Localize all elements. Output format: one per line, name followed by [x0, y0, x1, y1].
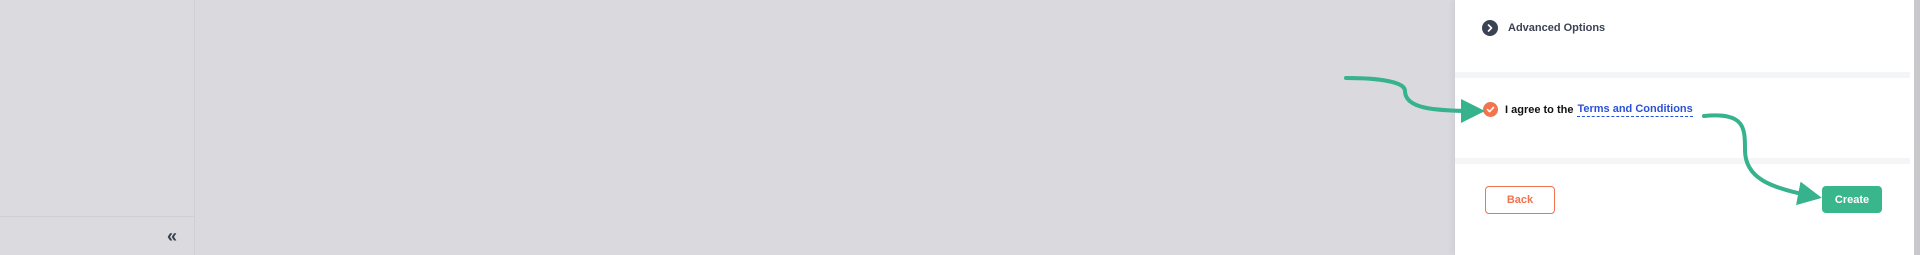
- double-chevron-left-icon: «: [166, 225, 177, 246]
- terms-prefix-text: I agree to the: [1505, 103, 1574, 116]
- advanced-options-toggle[interactable]: Advanced Options: [1482, 20, 1605, 36]
- chevron-right-icon: [1482, 20, 1498, 36]
- modal-overlay: [195, 0, 1455, 255]
- panel-scrollbar[interactable]: [1914, 0, 1920, 255]
- sidebar-footer: «: [0, 216, 194, 255]
- terms-checkbox[interactable]: [1483, 102, 1498, 117]
- advanced-options-section: Advanced Options: [1455, 0, 1910, 78]
- terms-and-conditions-link[interactable]: Terms and Conditions: [1577, 103, 1693, 117]
- collapse-sidebar-button[interactable]: «: [162, 226, 182, 246]
- terms-row: I agree to the Terms and Conditions: [1483, 102, 1693, 117]
- back-button[interactable]: Back: [1485, 186, 1555, 214]
- left-sidebar: «: [0, 0, 195, 255]
- check-icon: [1486, 106, 1495, 113]
- side-panel: Advanced Options I agree to the Terms an…: [1455, 0, 1920, 255]
- terms-section: I agree to the Terms and Conditions: [1455, 78, 1910, 164]
- advanced-options-label: Advanced Options: [1508, 22, 1606, 34]
- create-button[interactable]: Create: [1822, 186, 1882, 213]
- actions-section: Back Create: [1455, 164, 1910, 255]
